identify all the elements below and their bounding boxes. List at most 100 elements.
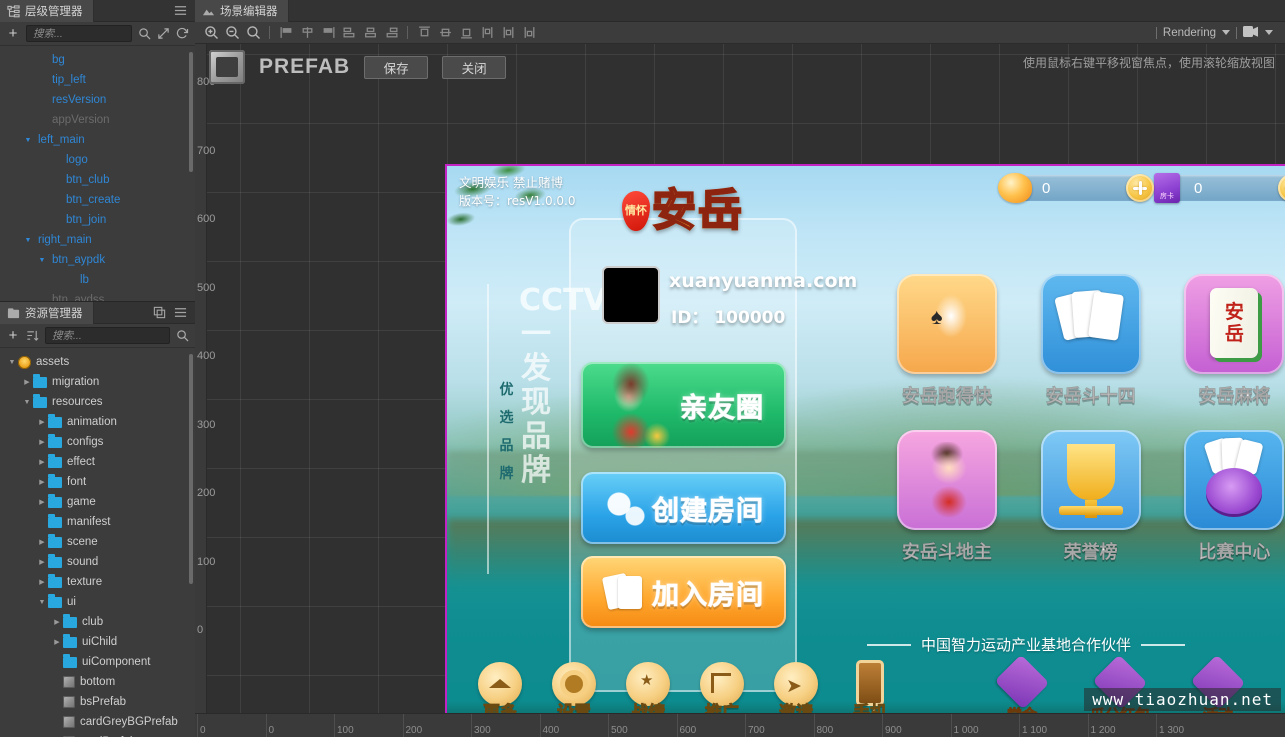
resource-node[interactable]: ▼ assets: [0, 352, 195, 372]
resource-node[interactable]: ▶ uiChild: [0, 632, 195, 652]
resource-node[interactable]: bsPrefab: [0, 692, 195, 712]
running-card-icon[interactable]: ♠: [896, 274, 997, 374]
chevron-down-icon[interactable]: ▼: [6, 356, 18, 368]
game-mode-item[interactable]: 比赛中心: [1163, 430, 1285, 564]
resource-node[interactable]: ▶ club: [0, 612, 195, 632]
kqj-cards-icon[interactable]: [1040, 274, 1141, 374]
hierarchy-node[interactable]: ▼ right_main: [0, 230, 195, 250]
refresh-icon[interactable]: [176, 27, 189, 40]
distribute-center-icon[interactable]: [360, 24, 380, 42]
hierarchy-scrollbar[interactable]: [189, 52, 193, 172]
chevron-down-icon[interactable]: ▼: [36, 254, 48, 266]
align-bottom-icon[interactable]: [456, 24, 476, 42]
resource-node[interactable]: ▶ configs: [0, 432, 195, 452]
hierarchy-search-box[interactable]: [26, 25, 132, 42]
chevron-down-icon-2[interactable]: [1265, 30, 1273, 35]
distribute-middle-icon[interactable]: [498, 24, 518, 42]
distribute-top-icon[interactable]: [477, 24, 497, 42]
search-icon[interactable]: [176, 329, 189, 342]
close-button[interactable]: 关闭: [442, 55, 507, 79]
trophy-icon[interactable]: [1040, 430, 1141, 530]
game-mode-item[interactable]: 安岳斗十四: [1019, 274, 1163, 408]
btn-club[interactable]: 亲友圈: [581, 362, 786, 448]
hamburger-icon[interactable]: [174, 4, 187, 17]
chevron-right-icon[interactable]: ▶: [36, 496, 48, 508]
chevron-right-icon[interactable]: ▶: [21, 376, 33, 388]
chevron-right-icon[interactable]: ▶: [36, 436, 48, 448]
hierarchy-node[interactable]: lb: [0, 270, 195, 290]
expand-icon[interactable]: [157, 27, 170, 40]
chevron-down-icon[interactable]: ▼: [21, 396, 33, 408]
rendering-dropdown-label[interactable]: Rendering: [1163, 27, 1216, 39]
align-center-h-icon[interactable]: [297, 24, 317, 42]
resource-scrollbar[interactable]: [189, 354, 193, 584]
resource-node[interactable]: ▶ effect: [0, 452, 195, 472]
hierarchy-tree[interactable]: bg tip_left resVersion appVersion ▼ left_main…: [0, 46, 195, 301]
scene-viewport[interactable]: PREFAB 保存 关闭 使用鼠标右键平移视窗焦点，使用滚轮缩放视图 文明娱乐 …: [195, 44, 1285, 737]
chevron-right-icon[interactable]: ▶: [36, 556, 48, 568]
align-left-icon[interactable]: [276, 24, 296, 42]
plus-icon[interactable]: +: [6, 26, 20, 41]
align-middle-icon[interactable]: [435, 24, 455, 42]
hierarchy-node[interactable]: resVersion: [0, 90, 195, 110]
poker-chip-icon[interactable]: [1184, 430, 1285, 530]
hierarchy-node[interactable]: btn_join: [0, 210, 195, 230]
zoom-in-icon[interactable]: [201, 24, 221, 42]
mahjong-tile-icon[interactable]: 安岳: [1184, 274, 1285, 374]
chevron-right-icon[interactable]: ▶: [36, 416, 48, 428]
distribute-left-icon[interactable]: [339, 24, 359, 42]
resource-node[interactable]: bottom: [0, 672, 195, 692]
resource-node[interactable]: uiComponent: [0, 652, 195, 672]
hierarchy-node[interactable]: bg: [0, 50, 195, 70]
resource-search-box[interactable]: [45, 327, 170, 344]
panel-copy-icon[interactable]: [153, 306, 166, 319]
chevron-right-icon[interactable]: ▶: [36, 536, 48, 548]
avatar[interactable]: [602, 266, 660, 324]
resource-node[interactable]: ▶ animation: [0, 412, 195, 432]
resource-search-input[interactable]: [52, 329, 163, 342]
save-button[interactable]: 保存: [364, 55, 429, 79]
resource-node[interactable]: cardGreyBGPrefab: [0, 712, 195, 732]
distribute-bottom-icon[interactable]: [519, 24, 539, 42]
chevron-down-icon[interactable]: [1222, 30, 1230, 35]
distribute-right-icon[interactable]: [381, 24, 401, 42]
game-mode-item[interactable]: 安岳斗地主: [875, 430, 1019, 564]
resource-node[interactable]: ▶ game: [0, 492, 195, 512]
tab-scene-editor[interactable]: 场景编辑器: [195, 0, 289, 22]
hierarchy-node[interactable]: tip_left: [0, 70, 195, 90]
resource-tree[interactable]: ▼ assets ▶ migration ▼ resources ▶ animation ▶ co…: [0, 348, 195, 737]
landlord-icon[interactable]: [896, 430, 997, 530]
bounty-icon[interactable]: [994, 654, 1050, 710]
resource-node[interactable]: ▶ texture: [0, 572, 195, 592]
hierarchy-search-input[interactable]: [33, 27, 125, 40]
zoom-reset-icon[interactable]: [243, 24, 263, 42]
currency-add-button[interactable]: [1126, 174, 1154, 202]
tab-hierarchy[interactable]: 层级管理器: [0, 0, 94, 22]
btn-join[interactable]: 加入房间: [581, 556, 786, 628]
chevron-down-icon[interactable]: ▼: [22, 134, 34, 146]
chevron-right-icon[interactable]: ▶: [36, 456, 48, 468]
align-right-icon[interactable]: [318, 24, 338, 42]
hierarchy-node[interactable]: ▼ btn_aypdk: [0, 250, 195, 270]
resource-node[interactable]: ▶ migration: [0, 372, 195, 392]
tab-resources[interactable]: 资源管理器: [0, 302, 94, 324]
hierarchy-node[interactable]: ▼ left_main: [0, 130, 195, 150]
sort-icon[interactable]: [26, 329, 39, 342]
resource-node[interactable]: ▶ font: [0, 472, 195, 492]
resource-node[interactable]: ▶ sound: [0, 552, 195, 572]
chevron-down-icon[interactable]: ▼: [22, 234, 34, 246]
hamburger-icon[interactable]: [174, 306, 187, 319]
zoom-out-icon[interactable]: [222, 24, 242, 42]
search-icon[interactable]: [138, 27, 151, 40]
chevron-right-icon[interactable]: ▶: [51, 636, 63, 648]
game-mode-item[interactable]: 安岳安岳麻将: [1163, 274, 1285, 408]
resource-node[interactable]: ▼ resources: [0, 392, 195, 412]
resource-node[interactable]: ▼ ui: [0, 592, 195, 612]
resource-node[interactable]: manifest: [0, 512, 195, 532]
game-mode-item[interactable]: 荣誉榜: [1019, 430, 1163, 564]
chevron-down-icon[interactable]: ▼: [36, 596, 48, 608]
resource-node[interactable]: cardPrefab: [0, 732, 195, 737]
hierarchy-node[interactable]: btn_club: [0, 170, 195, 190]
chevron-right-icon[interactable]: ▶: [36, 476, 48, 488]
chevron-right-icon[interactable]: ▶: [51, 616, 63, 628]
